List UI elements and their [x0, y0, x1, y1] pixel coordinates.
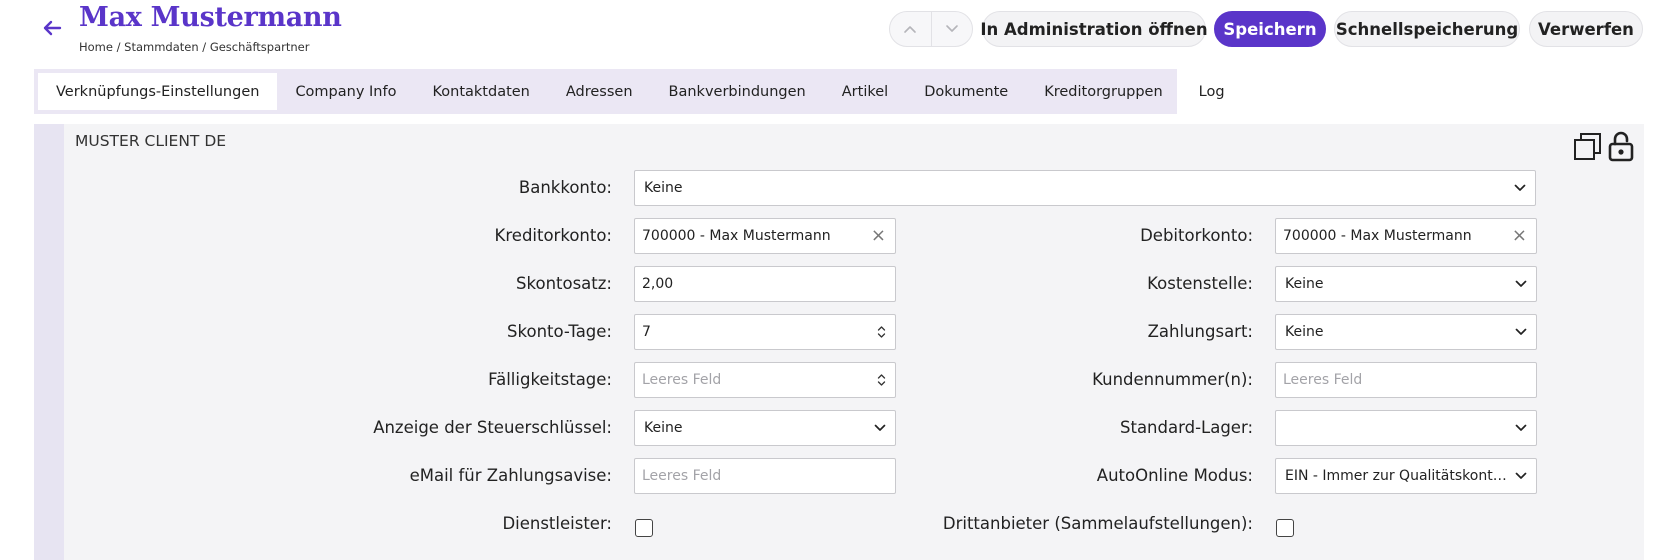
tab-dokumente[interactable]: Dokumente [906, 73, 1026, 110]
chevron-down-icon [1515, 280, 1527, 287]
skonto-tage-label: Skonto-Tage: [507, 322, 612, 341]
tab-verknuepfungs-einstellungen[interactable]: Verknüpfungs-Einstellungen [38, 73, 278, 110]
tab-kontaktdaten[interactable]: Kontaktdaten [414, 73, 547, 110]
zahlungsart-label: Zahlungsart: [1147, 322, 1253, 341]
kostenstelle-label: Kostenstelle: [1147, 274, 1253, 293]
stepper-icon[interactable] [877, 373, 886, 387]
skontosatz-input[interactable]: 2,00 [634, 266, 896, 302]
kreditorkonto-label: Kreditorkonto: [494, 226, 612, 245]
tab-log[interactable]: Log [1181, 73, 1243, 110]
tab-kreditorgruppen[interactable]: Kreditorgruppen [1026, 73, 1180, 110]
kostenstelle-select[interactable]: Keine [1275, 266, 1537, 302]
kostenstelle-value: Keine [1285, 276, 1324, 292]
record-navigation [889, 11, 973, 47]
tab-bankverbindungen[interactable]: Bankverbindungen [651, 73, 824, 110]
chevron-down-icon [945, 25, 958, 32]
skontosatz-value: 2,00 [642, 276, 674, 292]
kundennummer-input[interactable]: Leeres Feld [1275, 362, 1537, 398]
email-avise-input[interactable]: Leeres Feld [634, 458, 896, 494]
debitorkonto-label: Debitorkonto: [1140, 226, 1253, 245]
kreditorkonto-value: 700000 - Max Mustermann [642, 228, 831, 244]
section-title: MUSTER CLIENT DE [75, 132, 227, 150]
tab-bar: Verknüpfungs-Einstellungen Company Info … [34, 69, 1225, 114]
chevron-down-icon [874, 424, 886, 431]
faelligkeitstage-placeholder: Leeres Feld [642, 372, 722, 388]
kundennummer-label: Kundennummer(n): [1092, 370, 1253, 389]
faelligkeitstage-input[interactable]: Leeres Feld [634, 362, 896, 398]
standard-lager-select[interactable] [1275, 410, 1537, 446]
debitorkonto-field[interactable]: 700000 - Max Mustermann × [1275, 218, 1537, 254]
chevron-down-icon [1515, 328, 1527, 335]
steuerschluessel-select[interactable]: Keine [634, 410, 896, 446]
email-avise-placeholder: Leeres Feld [642, 468, 722, 484]
zahlungsart-select[interactable]: Keine [1275, 314, 1537, 350]
standard-lager-label: Standard-Lager: [1120, 418, 1253, 437]
kreditorkonto-field[interactable]: 700000 - Max Mustermann × [634, 218, 896, 254]
chevron-down-icon [1515, 472, 1527, 479]
bankkonto-label: Bankkonto: [518, 178, 612, 197]
save-button[interactable]: Speichern [1214, 11, 1326, 47]
drittanbieter-label: Drittanbieter (Sammelaufstellungen): [942, 514, 1253, 533]
breadcrumb: Home / Stammdaten / Geschäftspartner [79, 40, 310, 54]
lock-icon[interactable] [1607, 130, 1635, 162]
email-avise-label: eMail für Zahlungsavise: [409, 466, 612, 485]
dienstleister-checkbox[interactable] [635, 519, 653, 537]
steuerschluessel-label: Anzeige der Steuerschlüssel: [373, 418, 612, 437]
page-title: Max Mustermann [79, 2, 342, 33]
zahlungsart-value: Keine [1285, 324, 1324, 340]
autoonline-select[interactable]: EIN - Immer zur Qualitätskontroll... [1275, 458, 1537, 494]
chevron-down-icon [1514, 184, 1526, 191]
skontosatz-label: Skontosatz: [516, 274, 612, 293]
open-in-administration-button[interactable]: In Administration öffnen [980, 11, 1208, 47]
tab-adressen[interactable]: Adressen [548, 73, 651, 110]
tab-artikel[interactable]: Artikel [824, 73, 906, 110]
copy-icon[interactable] [1573, 132, 1603, 162]
steuerschluessel-value: Keine [644, 420, 683, 436]
settings-panel: MUSTER CLIENT DE Bankkonto: Keine Kredit… [34, 124, 1644, 560]
bankkonto-value: Keine [644, 180, 683, 196]
debitorkonto-value: 700000 - Max Mustermann [1283, 228, 1472, 244]
bankkonto-select[interactable]: Keine [634, 170, 1536, 206]
discard-button[interactable]: Verwerfen [1529, 11, 1643, 47]
drittanbieter-checkbox[interactable] [1276, 519, 1294, 537]
autoonline-label: AutoOnline Modus: [1096, 466, 1253, 485]
quick-save-button[interactable]: Schnellspeicherung [1334, 11, 1520, 47]
dienstleister-label: Dienstleister: [502, 514, 612, 533]
panel-side-stripe [34, 124, 64, 560]
autoonline-value: EIN - Immer zur Qualitätskontroll... [1285, 468, 1528, 484]
skonto-tage-value: 7 [642, 324, 651, 340]
stepper-icon[interactable] [877, 325, 886, 339]
next-record-button[interactable] [930, 12, 973, 46]
back-arrow-icon[interactable] [40, 16, 64, 40]
clear-icon[interactable]: × [1512, 227, 1527, 245]
previous-record-button[interactable] [890, 12, 931, 46]
chevron-up-icon [904, 26, 917, 33]
kundennummer-placeholder: Leeres Feld [1283, 372, 1363, 388]
tab-company-info[interactable]: Company Info [277, 73, 414, 110]
skonto-tage-input[interactable]: 7 [634, 314, 896, 350]
clear-icon[interactable]: × [871, 227, 886, 245]
chevron-down-icon [1515, 424, 1527, 431]
faelligkeitstage-label: Fälligkeitstage: [488, 370, 612, 389]
